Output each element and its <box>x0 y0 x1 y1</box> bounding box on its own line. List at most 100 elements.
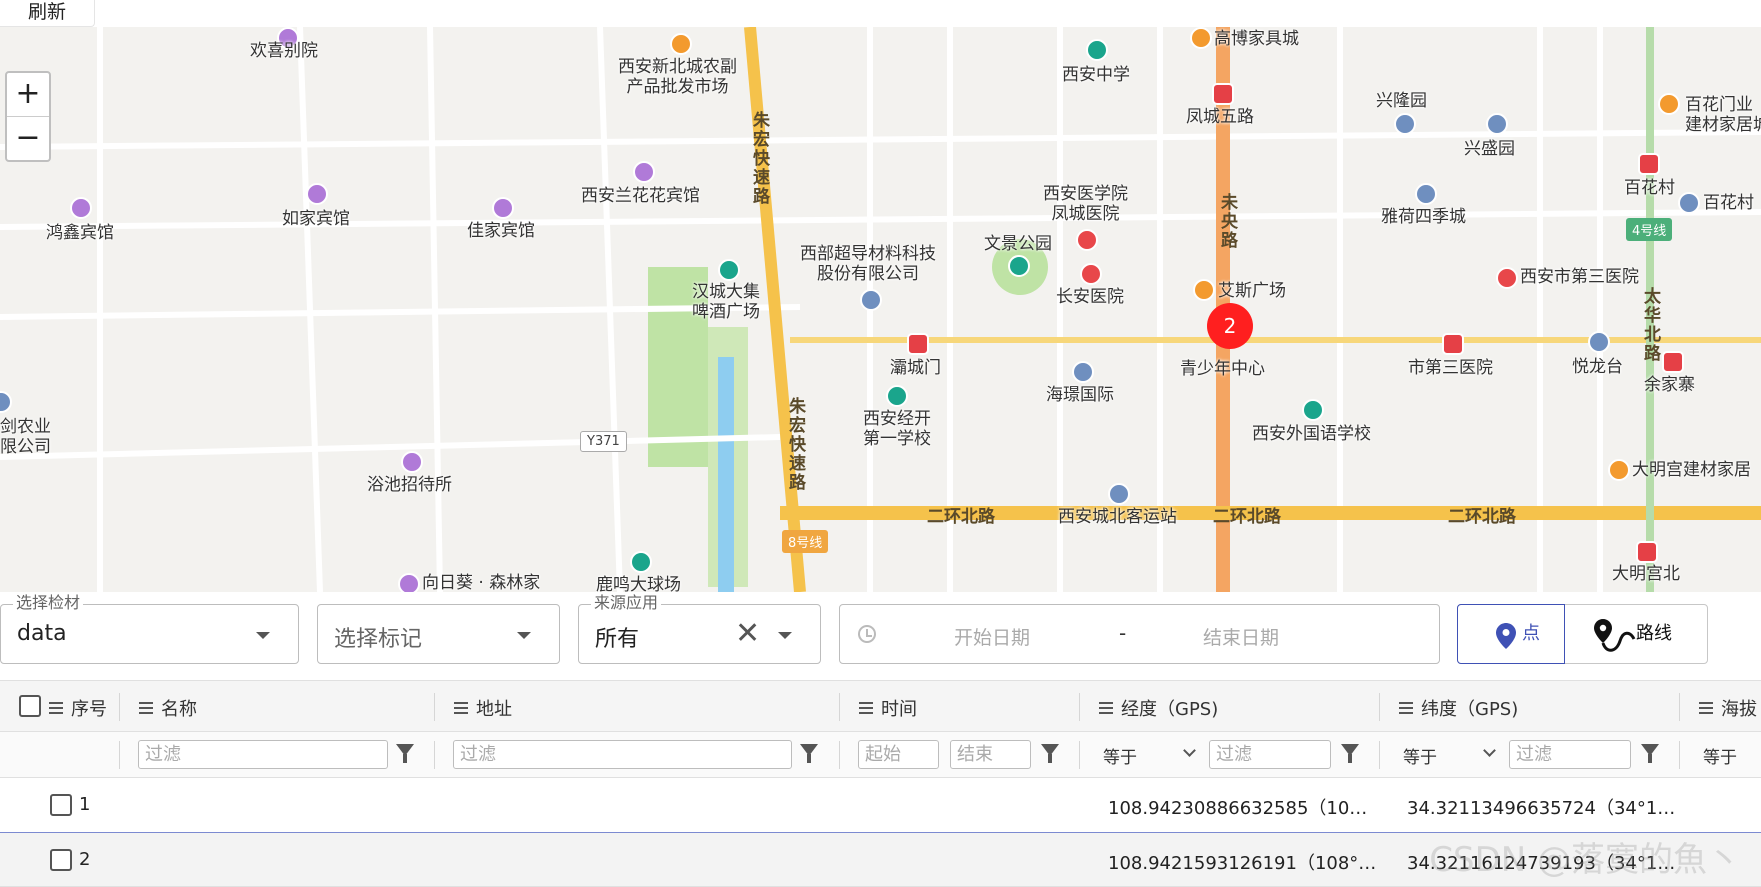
residential-icon <box>1415 183 1437 205</box>
material-select-legend: 选择检材 <box>13 593 83 613</box>
clear-icon[interactable]: ✕ <box>735 617 760 651</box>
column-separator <box>434 741 435 769</box>
chevron-down-icon <box>1183 744 1196 757</box>
column-header-longitude[interactable]: 经度（GPS) <box>1099 695 1218 721</box>
column-header-name[interactable]: 名称 <box>139 695 197 721</box>
zoom-out-button[interactable]: − <box>7 117 49 161</box>
altitude-operator-select[interactable]: 等于 <box>1703 743 1737 768</box>
poi-label: 悦龙台 <box>1572 357 1623 377</box>
filter-icon[interactable] <box>1641 744 1659 756</box>
row-checkbox[interactable] <box>50 794 72 816</box>
residential-icon <box>1394 113 1416 135</box>
tag-select[interactable]: 选择标记 <box>317 604 560 664</box>
display-mode-toggle: 点 路线 <box>1457 604 1708 664</box>
park-icon <box>1008 255 1030 277</box>
poi-label: 艾斯广场 <box>1218 281 1286 301</box>
name-filter-input[interactable]: 过滤 <box>138 740 388 769</box>
time-start-filter-input[interactable]: 起始 <box>858 740 939 769</box>
column-separator <box>1079 741 1080 769</box>
residential-icon <box>1486 113 1508 135</box>
material-select-value: data <box>17 621 67 646</box>
restaurant-icon <box>718 259 740 281</box>
column-separator[interactable] <box>839 693 840 721</box>
column-header-latitude[interactable]: 纬度（GPS) <box>1399 695 1518 721</box>
chevron-down-icon <box>778 632 792 639</box>
poi-label: 西部超导材料科技 股份有限公司 <box>800 244 936 284</box>
column-menu-icon[interactable] <box>1399 702 1413 714</box>
table-row[interactable]: 1 108.94230886632585（10… 34.321134966357… <box>0 778 1761 833</box>
poi-label: 西安经开 第一学校 <box>863 409 931 449</box>
poi-label: 文景公园 <box>984 234 1052 254</box>
latitude-operator-select[interactable]: 等于 <box>1403 743 1437 768</box>
time-end-filter-input[interactable]: 结束 <box>950 740 1031 769</box>
metro-icon <box>1638 153 1660 175</box>
metro-icon <box>1212 83 1234 105</box>
date-range-picker[interactable]: 开始日期 - 结束日期 <box>839 604 1440 664</box>
hotel-icon <box>401 451 423 473</box>
zoom-in-button[interactable]: + <box>7 73 49 117</box>
column-separator[interactable] <box>119 693 120 721</box>
column-header-altitude[interactable]: 海拔 <box>1699 695 1757 721</box>
hotel-icon <box>492 197 514 219</box>
column-menu-icon[interactable] <box>454 702 468 714</box>
material-select[interactable]: 选择检材 data <box>0 604 299 664</box>
road-label: 朱宏快速路 <box>783 397 808 492</box>
route-mode-button[interactable]: 路线 <box>1566 605 1709 663</box>
row-checkbox[interactable] <box>50 849 72 871</box>
refresh-button[interactable]: 刷新 <box>0 0 95 27</box>
column-header-address[interactable]: 地址 <box>454 695 512 721</box>
column-menu-icon[interactable] <box>859 702 873 714</box>
address-filter-input[interactable]: 过滤 <box>453 740 792 769</box>
road-shield: Y371 <box>580 431 627 452</box>
column-header-index[interactable]: 序号 <box>49 695 107 721</box>
filter-icon[interactable] <box>1341 744 1359 756</box>
filter-icon[interactable] <box>1041 744 1059 756</box>
poi-label: 汉城大集 啤酒广场 <box>692 282 760 322</box>
filter-icon[interactable] <box>800 744 818 756</box>
select-all-checkbox[interactable] <box>19 695 41 717</box>
column-separator[interactable] <box>1379 693 1380 721</box>
end-date-input[interactable]: 结束日期 <box>1203 623 1279 650</box>
poi-label: 浴池招待所 <box>367 475 452 495</box>
column-separator[interactable] <box>434 693 435 721</box>
cell-latitude: 34.32113496635724（34°1… <box>1407 794 1675 820</box>
column-menu-icon[interactable] <box>49 702 63 714</box>
clock-icon <box>858 625 876 643</box>
column-menu-icon[interactable] <box>139 702 153 714</box>
location-pin-icon <box>1496 623 1516 649</box>
source-app-legend: 来源应用 <box>591 593 661 613</box>
poi-label: 西安外国语学校 <box>1252 424 1371 444</box>
poi-label: 佳家宾馆 <box>467 221 535 241</box>
cell-index: 1 <box>79 794 90 815</box>
poi-label: 鹿鸣大球场 <box>596 575 681 592</box>
filter-bar: 选择检材 data 选择标记 来源应用 所有 ✕ 开始日期 - 结束日期 点 <box>0 592 1761 677</box>
location-cluster-marker[interactable]: 2 <box>1207 303 1253 349</box>
latitude-filter-input[interactable]: 过滤 <box>1509 740 1631 769</box>
column-separator[interactable] <box>1079 693 1080 721</box>
poi-label: 百花门业 建材家居城 <box>1685 95 1761 135</box>
column-menu-icon[interactable] <box>1099 702 1113 714</box>
metro-icon <box>907 333 929 355</box>
top-bar: 刷新 <box>0 0 1761 27</box>
hospital-icon <box>1076 229 1098 251</box>
metro-line-badge: 4号线 <box>1626 218 1672 241</box>
metro-icon <box>1636 541 1658 563</box>
filter-icon[interactable] <box>396 744 414 756</box>
longitude-operator-select[interactable]: 等于 <box>1103 743 1137 768</box>
table-header: 序号 名称 地址 时间 经度（GPS) 纬度（GPS) 海拔 <box>0 680 1761 732</box>
poi-label: 剑农业 限公司 <box>0 417 51 457</box>
residential-icon <box>1678 192 1700 214</box>
column-menu-icon[interactable] <box>1699 702 1713 714</box>
source-app-select[interactable]: 来源应用 所有 ✕ <box>578 604 821 664</box>
cell-longitude: 108.9421593126191（108°… <box>1108 849 1376 875</box>
start-date-input[interactable]: 开始日期 <box>954 623 1030 650</box>
poi-label: 西安兰花花宾馆 <box>581 186 700 206</box>
poi-label: 灞城门 <box>890 358 941 378</box>
column-header-time[interactable]: 时间 <box>859 695 917 721</box>
map-view[interactable]: + − 欢喜别院 西安新北城农副 产品批发市场 高博家具城 西安中学 凤城五路 … <box>0 27 1761 592</box>
point-mode-button[interactable]: 点 <box>1457 604 1565 664</box>
longitude-filter-input[interactable]: 过滤 <box>1209 740 1331 769</box>
column-separator[interactable] <box>1679 693 1680 721</box>
route-icon <box>1594 619 1636 653</box>
poi-label: 大明宫北 <box>1612 564 1680 584</box>
